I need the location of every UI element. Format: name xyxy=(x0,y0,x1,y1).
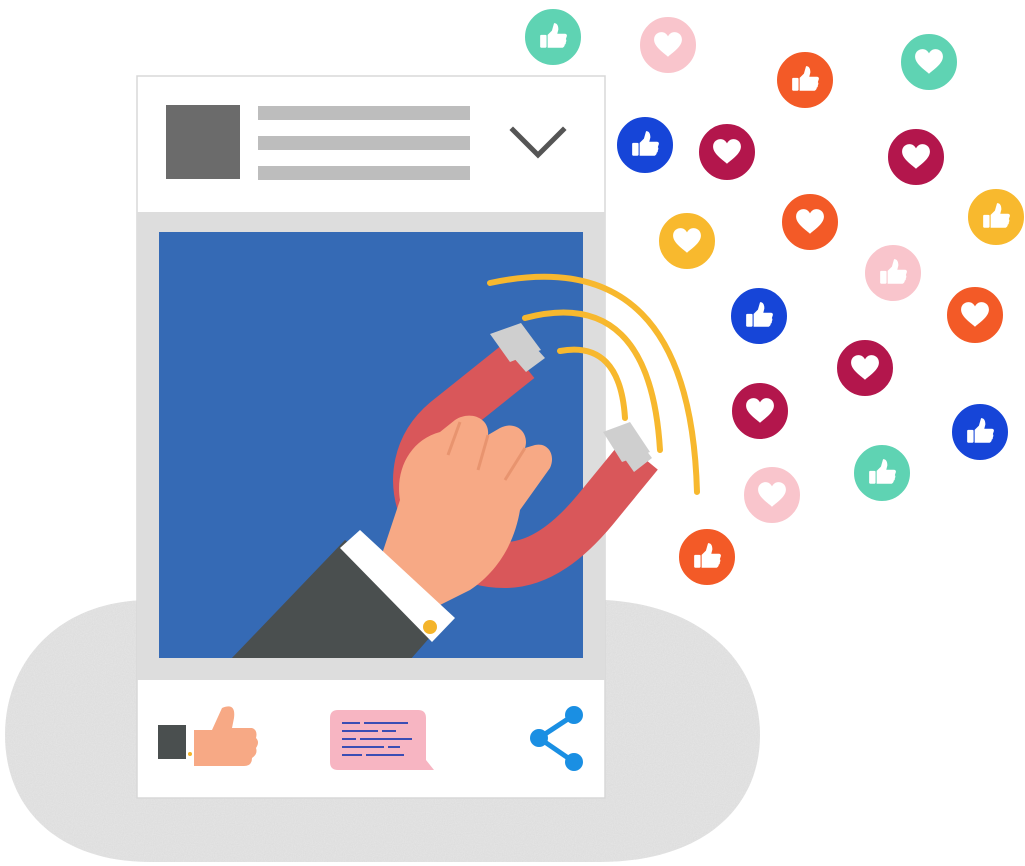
reaction-like-bubble xyxy=(523,7,583,67)
reaction-like-bubble xyxy=(950,402,1010,462)
comment-action-button[interactable] xyxy=(330,710,434,770)
header-text-line-2 xyxy=(258,136,470,150)
reaction-love-bubble xyxy=(742,465,802,525)
header-text-line-1 xyxy=(258,106,470,120)
reaction-love-bubble xyxy=(638,15,698,75)
reaction-love-bubble xyxy=(835,338,895,398)
avatar-placeholder[interactable] xyxy=(166,105,240,179)
reaction-like-bubble xyxy=(615,115,675,175)
social-media-magnet-scene xyxy=(5,7,1025,862)
reaction-like-bubble xyxy=(729,286,789,346)
post-card xyxy=(136,75,658,799)
header-text-line-3 xyxy=(258,166,470,180)
reaction-love-bubble xyxy=(899,32,959,92)
reaction-like-bubble xyxy=(966,187,1025,247)
reaction-love-bubble xyxy=(886,127,946,187)
reaction-love-bubble xyxy=(780,192,840,252)
reaction-love-bubble xyxy=(697,122,757,182)
reaction-like-bubble xyxy=(677,527,737,587)
reaction-like-bubble xyxy=(852,443,912,503)
reaction-love-bubble xyxy=(657,211,717,271)
chevron-down-icon[interactable] xyxy=(505,115,571,165)
post-image[interactable] xyxy=(159,232,658,660)
reaction-like-bubble xyxy=(863,243,923,303)
reaction-like-bubble xyxy=(775,50,835,110)
reaction-love-bubble xyxy=(730,381,790,441)
cufflink xyxy=(423,620,437,634)
reaction-love-bubble xyxy=(945,285,1005,345)
